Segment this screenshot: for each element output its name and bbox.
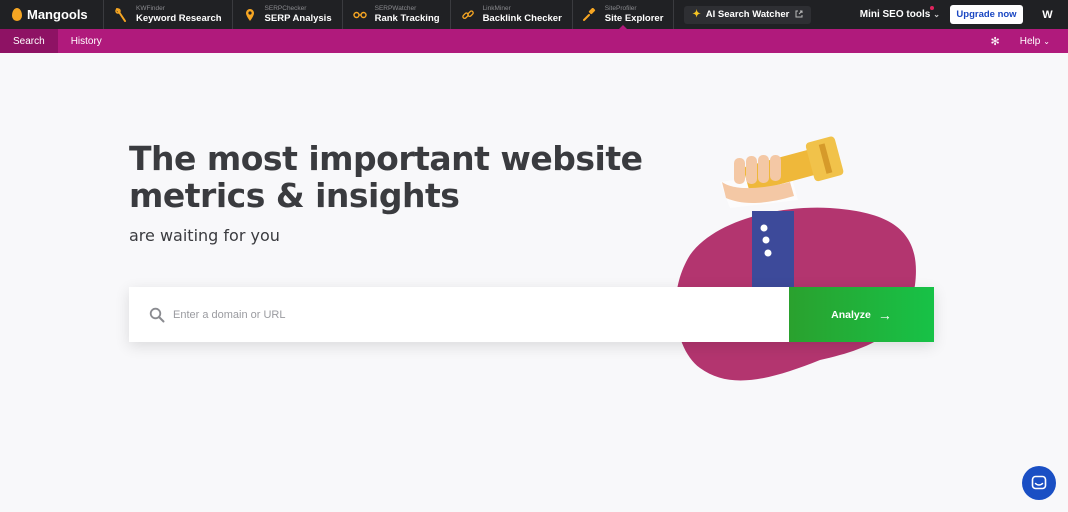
chevron-down-icon: ⌄: [933, 10, 940, 19]
kwfinder-icon: [114, 7, 128, 22]
title-line-2: metrics & insights: [129, 176, 460, 215]
search-icon: [149, 307, 165, 322]
tool-label: Keyword Research: [136, 13, 222, 24]
help-menu[interactable]: Help ⌄: [1020, 36, 1050, 47]
tool-small-label: LinkMiner: [482, 4, 511, 12]
domain-input[interactable]: [173, 308, 733, 321]
tool-linkminer[interactable]: LinkMiner Backlink Checker: [451, 0, 573, 29]
tool-kwfinder[interactable]: KWFinder Keyword Research: [104, 0, 233, 29]
tool-label: Site Explorer: [604, 13, 664, 24]
domain-search-form: Analyze →: [129, 287, 934, 342]
tool-label: Rank Tracking: [374, 13, 440, 24]
chevron-down-icon: ⌄: [1043, 36, 1050, 46]
siteprofiler-icon: [583, 8, 597, 22]
top-navbar: Mangools KWFinder Keyword Research SERPC…: [0, 0, 1068, 29]
tool-small-label: SiteProfiler: [604, 4, 637, 12]
tab-history[interactable]: History: [58, 29, 115, 53]
sub-navbar: Search History ✻ Help ⌄: [0, 29, 1068, 53]
linkminer-icon: [461, 8, 475, 22]
page-subtitle: are waiting for you: [129, 226, 280, 245]
tool-siteprofiler[interactable]: SiteProfiler Site Explorer: [573, 0, 675, 29]
page-title: The most important website metrics & ins…: [129, 140, 649, 214]
mini-seo-tools-menu[interactable]: Mini SEO tools ⌄: [859, 6, 940, 20]
tool-label: Backlink Checker: [482, 13, 562, 24]
hero-illustration: [675, 136, 916, 381]
analyze-button[interactable]: Analyze →: [789, 287, 934, 342]
search-box[interactable]: [129, 287, 789, 342]
serpchecker-icon: [243, 8, 257, 22]
title-line-1: The most important website: [129, 139, 643, 178]
upgrade-button[interactable]: Upgrade now: [950, 5, 1023, 24]
analyze-label: Analyze: [831, 308, 871, 321]
serpwatcher-icon: [352, 8, 367, 22]
tool-label: SERP Analysis: [264, 13, 332, 24]
help-label: Help: [1019, 35, 1041, 47]
brand-name: Mangools: [27, 7, 88, 22]
chat-support-button[interactable]: [1022, 466, 1056, 500]
arrow-right-icon: →: [877, 306, 892, 323]
chat-icon: [1031, 475, 1047, 490]
mini-seo-tools-label: Mini SEO tools: [859, 9, 931, 20]
sparkle-icon: ✦: [692, 9, 701, 20]
tab-search[interactable]: Search: [0, 29, 58, 53]
tool-small-label: KWFinder: [136, 4, 165, 12]
ai-search-watcher-button[interactable]: ✦ AI Search Watcher: [684, 5, 812, 24]
tool-serpwatcher[interactable]: SERPWatcher Rank Tracking: [343, 0, 451, 29]
mangools-logo-icon: [12, 8, 22, 21]
settings-gear-icon[interactable]: ✻: [991, 35, 1000, 48]
tool-small-label: SERPChecker: [264, 4, 307, 12]
tool-serpchecker[interactable]: SERPChecker SERP Analysis: [233, 0, 343, 29]
brand-logo[interactable]: Mangools: [0, 0, 104, 29]
notification-dot: [930, 6, 934, 10]
external-link-icon: [795, 10, 803, 20]
tool-small-label: SERPWatcher: [374, 4, 417, 12]
user-avatar[interactable]: W: [1033, 0, 1062, 29]
ai-search-watcher-label: AI Search Watcher: [705, 9, 790, 20]
